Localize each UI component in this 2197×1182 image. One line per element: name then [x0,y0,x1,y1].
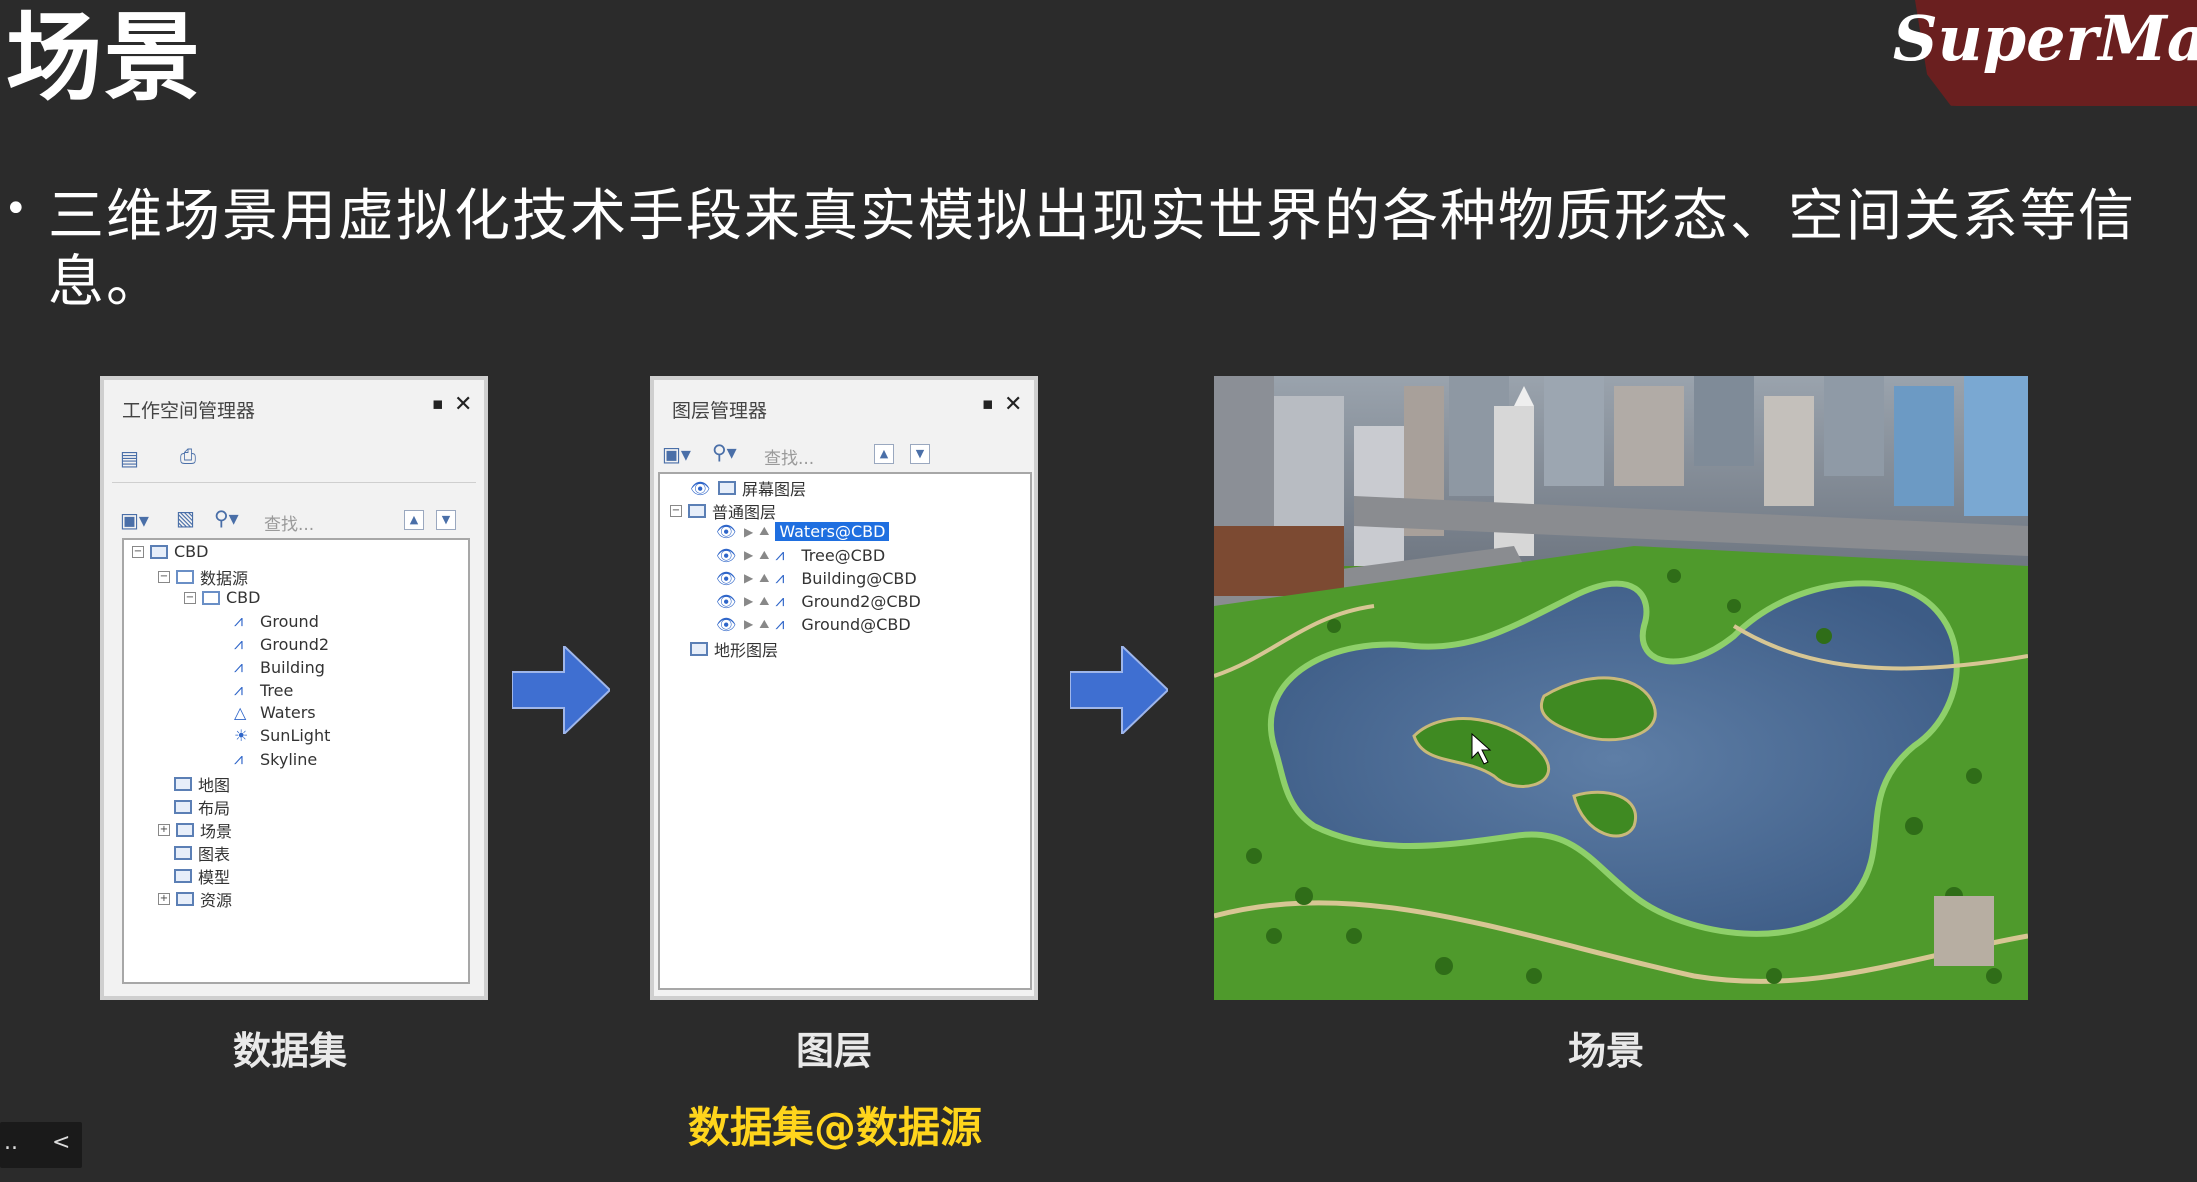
model-layer-icon: ⩘ [775,591,785,610]
open-dropdown-icon[interactable]: ▣▾ [120,508,149,532]
visible-eye-icon[interactable]: 👁 [716,546,738,565]
selectable-icon[interactable]: ⛰ [759,594,769,609]
workspace-manager-panel: 工作空间管理器 ▪ ✕ ▤ ⎙ ▣▾ ▧ ⚲▾ 查找... ▲ ▼ − CBD −… [100,376,488,1000]
dataset-at-datasource-formula: 数据集@数据源 [688,1103,983,1152]
visible-eye-icon[interactable]: 👁 [690,479,712,498]
layer-caption: 图层 [795,1029,872,1073]
more-button[interactable]: .. [4,1130,18,1155]
tree-item[interactable]: 👁 ▶ ⛰ ⩘ Ground@CBD [716,614,911,634]
open-dropdown-icon[interactable]: ▣▾ [662,442,691,466]
tree-item[interactable]: 地形图层 [690,637,778,661]
page-title: 场景 [6,2,202,114]
normal-layer-icon [688,504,706,518]
selectable-icon[interactable]: ⛰ [759,617,769,632]
tree-item[interactable]: ⩘ Ground2 [234,634,329,654]
player-controls: .. < [0,1122,82,1168]
light-dataset-icon: ☀ [234,726,249,745]
dataset-caption: 数据集 [232,1029,347,1073]
tree-item[interactable]: 👁 ▶ ⛰ ⩘ Tree@CBD [716,545,885,565]
right-arrow-icon [1070,646,1168,734]
selectable-icon[interactable]: ⛰ [759,548,769,563]
datasources-icon [176,570,194,584]
panel-title: 工作空间管理器 [122,400,256,422]
down-arrow-button[interactable]: ▼ [436,510,456,530]
tree-item[interactable]: 布局 [174,795,230,819]
close-icon[interactable]: ✕ [454,392,472,417]
visible-eye-icon[interactable]: 👁 [716,522,738,541]
search-input[interactable]: 查找... [764,444,814,469]
tree-item[interactable]: ⩘ Skyline [234,749,317,769]
charts-icon [174,846,192,860]
panel-title: 图层管理器 [672,400,768,422]
tree-item[interactable]: + 场景 [158,818,232,842]
properties-icon[interactable]: ⎙ [180,444,196,468]
layer-tree: 👁 屏幕图层 − 普通图层 👁 ▶ ⛰ Waters@CBD 👁 ▶ ⛰ ⩘ Tree@CBD 👁… [658,472,1032,990]
tree-item[interactable]: 👁 ▶ ⛰ ⩘ Ground2@CBD [716,591,921,611]
tree-item[interactable]: − CBD [132,542,208,561]
scenes-icon [176,823,194,837]
tree-item[interactable]: ☀ SunLight [234,726,330,745]
selectable-icon[interactable]: ⛰ [759,571,769,586]
layer-manager-panel: 图层管理器 ▪ ✕ ▣▾ ⚲▾ 查找... ▲ ▼ 👁 屏幕图层 − 普通图层 👁 ▶… [650,376,1038,1000]
brand-logo-text: SuperMa [1892,2,2197,75]
visible-eye-icon[interactable]: 👁 [716,569,738,588]
search-input[interactable]: 查找... [264,510,314,535]
tree-item[interactable]: △ Waters [234,703,316,722]
resources-icon [176,892,194,906]
tree-item[interactable]: ⩘ Tree [234,680,293,700]
search-icon[interactable]: ⚲▾ [214,506,239,530]
pin-icon[interactable]: ▪ [982,394,994,414]
tree-item[interactable]: + 资源 [158,887,232,911]
tree-item[interactable]: 👁 ▶ ⛰ Waters@CBD [716,522,890,541]
tree-item[interactable]: ⩘ Ground [234,611,319,631]
model-dataset-icon: ⩘ [234,657,244,676]
document-icon[interactable]: ▧ [176,506,195,530]
up-arrow-button[interactable]: ▲ [874,444,894,464]
scene-caption: 场景 [1567,1029,1644,1073]
workspace-icon[interactable]: ▤ [120,446,139,470]
close-icon[interactable]: ✕ [1004,392,1022,417]
tree-item[interactable]: − 数据源 [158,565,248,589]
model-layer-icon: ⩘ [775,545,785,564]
visible-eye-icon[interactable]: 👁 [716,615,738,634]
search-icon[interactable]: ⚲▾ [712,440,737,464]
tree-item[interactable]: ⩘ Building [234,657,325,677]
maps-icon [174,777,192,791]
workspace-icon [150,544,168,559]
right-arrow-icon [512,646,610,734]
model-layer-icon: ⩘ [775,568,785,587]
tree-item[interactable]: 图表 [174,841,230,865]
model-dataset-icon: ⩘ [234,749,244,768]
selected-layer-label: Waters@CBD [775,522,890,541]
model-dataset-icon: ⩘ [234,634,244,653]
pin-icon[interactable]: ▪ [432,394,444,414]
model-layer-icon: ⩘ [775,614,785,633]
layouts-icon [174,800,192,814]
tree-item[interactable]: − CBD [184,588,260,607]
scene-3d-image [1214,376,2028,1000]
down-arrow-button[interactable]: ▼ [910,444,930,464]
tree-item[interactable]: 地图 [174,772,230,796]
divider [112,482,476,483]
tree-item[interactable]: 模型 [174,864,230,888]
models-icon [174,869,192,883]
visible-eye-icon[interactable]: 👁 [716,592,738,611]
back-button[interactable]: < [52,1130,70,1155]
datasource-icon [202,590,220,605]
region-dataset-icon: △ [234,703,247,722]
model-dataset-icon: ⩘ [234,680,244,699]
bullet-text: 三维场景用虚拟化技术手段来真实模拟出现实世界的各种物质形态、空间关系等信息。 [48,184,2136,315]
tree-item[interactable]: 👁 屏幕图层 [690,476,806,500]
screen-layer-icon [718,481,736,495]
workspace-tree: − CBD − 数据源 − CBD ⩘ Ground ⩘ Ground2 ⩘ Buildin… [122,538,470,984]
tree-item[interactable]: 👁 ▶ ⛰ ⩘ Building@CBD [716,568,917,588]
bullet-marker: • [4,186,28,232]
model-dataset-icon: ⩘ [234,611,244,630]
tree-item[interactable]: − 普通图层 [670,499,776,523]
selectable-icon[interactable]: ⛰ [759,524,769,539]
terrain-layer-icon [690,642,708,656]
up-arrow-button[interactable]: ▲ [404,510,424,530]
